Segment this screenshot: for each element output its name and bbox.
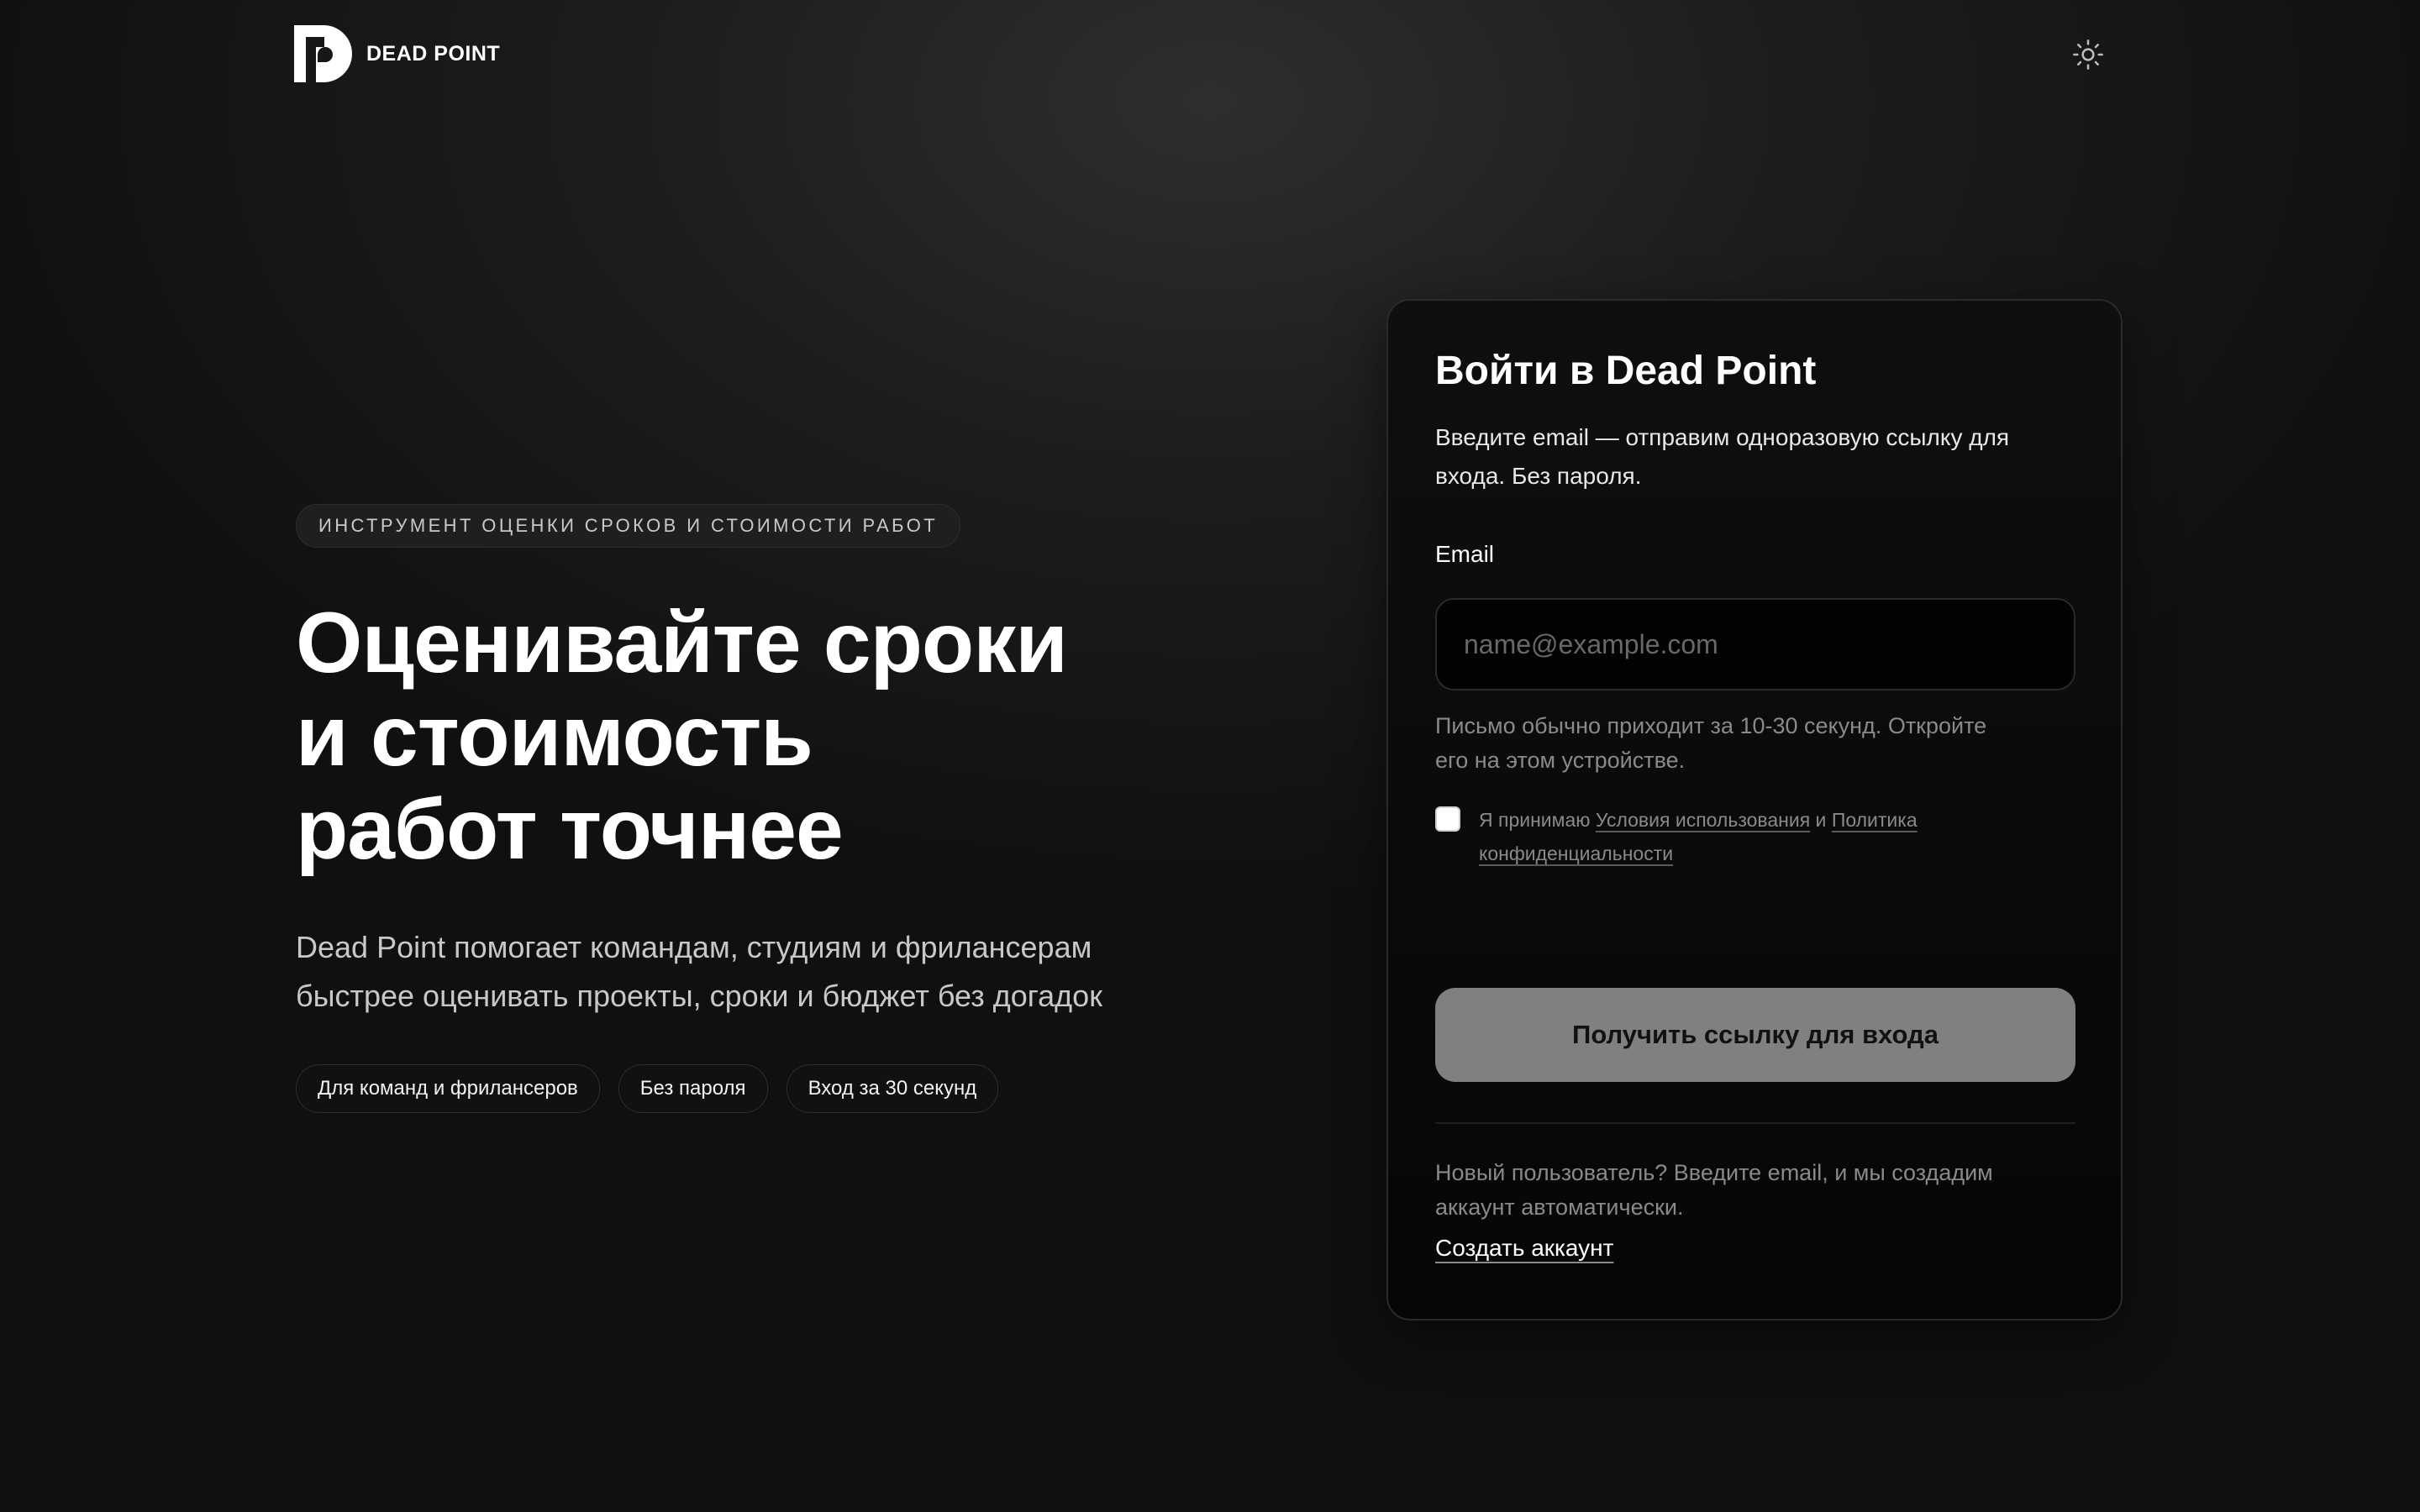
get-login-link-button[interactable]: Получить ссылку для входа	[1435, 988, 2075, 1082]
new-user-note: Новый пользователь? Введите email, и мы …	[1435, 1156, 1993, 1225]
terms-consent-text: Я принимаю Условия использования и Полит…	[1479, 803, 1918, 870]
feature-chip-fast-login: Вход за 30 секунд	[786, 1064, 999, 1113]
card-divider	[1435, 1122, 2075, 1124]
hero-section: ИНСТРУМЕНТ ОЦЕНКИ СРОКОВ И СТОИМОСТИ РАБ…	[296, 504, 1304, 1113]
new-user-note-line: аккаунт автоматически.	[1435, 1194, 1684, 1220]
login-description-line: входа. Без пароля.	[1435, 463, 1642, 489]
email-field[interactable]	[1435, 598, 2075, 690]
logo[interactable]: DEAD POINT	[294, 25, 500, 82]
terms-consent-line: Я принимаю Условия использования и Полит…	[1479, 803, 1918, 837]
hero-title-line: Оценивайте сроки	[296, 595, 1068, 690]
login-card: Войти в Dead Point Введите email — отпра…	[1386, 299, 2123, 1320]
login-title: Войти в Dead Point	[1435, 349, 1817, 393]
terms-of-use-link[interactable]: Условия использования	[1596, 809, 1810, 831]
hero-subtitle: Dead Point помогает командам, студиям и …	[296, 923, 1304, 1021]
sun-icon	[2073, 39, 2103, 70]
feature-chip-no-password: Без пароля	[618, 1064, 768, 1113]
email-hint: Письмо обычно приходит за 10-30 секунд. …	[1435, 709, 1986, 778]
terms-consent: Я принимаю Условия использования и Полит…	[1435, 806, 1918, 870]
terms-consent-line: конфиденциальности	[1479, 837, 1918, 870]
site-header: DEAD POINT	[0, 0, 2420, 109]
hero-eyebrow-badge: ИНСТРУМЕНТ ОЦЕНКИ СРОКОВ И СТОИМОСТИ РАБ…	[296, 504, 961, 548]
hero-title-line: работ точнее	[296, 781, 844, 877]
terms-prefix: Я принимаю	[1479, 809, 1596, 831]
theme-toggle-button[interactable]	[2069, 35, 2107, 74]
terms-checkbox[interactable]	[1435, 806, 1460, 832]
terms-conjunction: и	[1810, 809, 1832, 831]
logo-mark-icon	[294, 25, 352, 82]
feature-chip-teams: Для команд и фрилансеров	[296, 1064, 600, 1113]
email-hint-line: его на этом устройстве.	[1435, 748, 1686, 773]
email-label: Email	[1435, 541, 1495, 567]
logo-text: DEAD POINT	[366, 41, 501, 66]
privacy-policy-link-continued[interactable]: конфиденциальности	[1479, 843, 1673, 864]
hero-title: Оценивайте сроки и стоимость работ точне…	[296, 596, 1304, 876]
hero-subtitle-line: Dead Point помогает командам, студиям и …	[296, 930, 1092, 964]
login-description-line: Введите email — отправим одноразовую ссы…	[1435, 424, 2010, 450]
feature-chips: Для команд и фрилансеров Без пароля Вход…	[296, 1064, 1304, 1113]
privacy-policy-link[interactable]: Политика	[1832, 809, 1918, 831]
new-user-note-line: Новый пользователь? Введите email, и мы …	[1435, 1160, 1993, 1185]
hero-subtitle-line: быстрее оценивать проекты, сроки и бюдже…	[296, 979, 1102, 1013]
hero-title-line: и стоимость	[296, 688, 813, 784]
login-description: Введите email — отправим одноразовую ссы…	[1435, 418, 2091, 496]
email-hint-line: Письмо обычно приходит за 10-30 секунд. …	[1435, 713, 1987, 738]
create-account-link[interactable]: Создать аккаунт	[1435, 1235, 1613, 1262]
